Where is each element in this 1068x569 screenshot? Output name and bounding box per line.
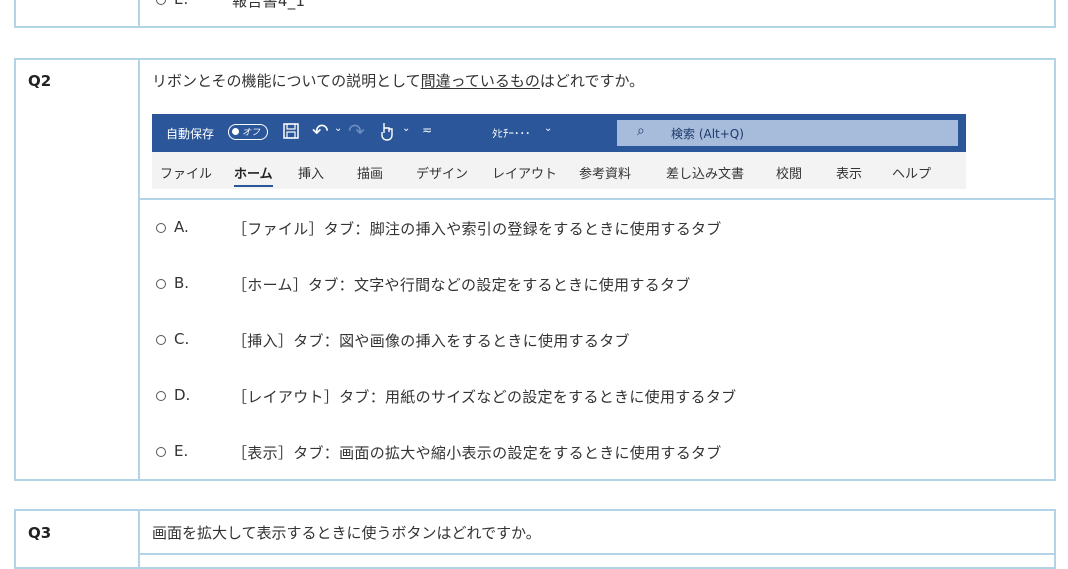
column-divider <box>138 60 140 479</box>
search-box: ⌕ 検索 (Alt+Q) <box>617 120 958 146</box>
option-letter: D. <box>174 386 191 404</box>
column-divider <box>138 511 140 567</box>
save-icon <box>282 122 300 144</box>
question-text-emphasis: 間違っているもの <box>420 72 540 90</box>
chevron-down-icon: ⌄ <box>334 123 343 134</box>
tab-design: デザイン <box>416 167 469 182</box>
tab-file: ファイル <box>160 167 213 182</box>
tab-insert: 挿入 <box>298 167 325 182</box>
question-q1: E. 報告書4_1 <box>14 0 1056 28</box>
search-placeholder: 検索 (Alt+Q) <box>671 127 744 141</box>
ribbon-tab-bar: ファイル ホーム 挿入 描画 デザイン レイアウト 参考資料 差し込み文書 校閲… <box>152 152 966 189</box>
touch-mode-icon <box>378 120 396 146</box>
toggle-label: オフ <box>242 128 261 138</box>
question-q3: Q3 画面を拡大して表示するときに使うボタンはどれですか。 <box>14 509 1056 569</box>
autosave-toggle: オフ <box>228 124 268 140</box>
question-text: リボンとその機能についての説明として間違っているものはどれですか。 <box>152 70 644 91</box>
question-text-pre: リボンとその機能についての説明として <box>152 72 421 90</box>
option-letter: B. <box>174 274 190 292</box>
section-divider <box>138 198 1054 200</box>
radio-button[interactable] <box>156 279 166 289</box>
option-text: ［ホーム］タブ：文字や行間などの設定をするときに使用するタブ <box>232 276 691 294</box>
search-icon: ⌕ <box>637 123 645 139</box>
option-letter: C. <box>174 330 190 348</box>
option-letter: E. <box>174 442 189 460</box>
question-label: Q2 <box>28 72 52 90</box>
redo-icon: ↷ <box>348 119 365 143</box>
option-letter: E. <box>174 0 188 8</box>
radio-button[interactable] <box>156 0 166 5</box>
tab-view: 表示 <box>836 167 863 182</box>
option-text: ［レイアウト］タブ：用紙のサイズなどの設定をするときに使用するタブ <box>232 388 737 406</box>
tab-draw: 描画 <box>357 167 384 182</box>
tab-references: 参考資料 <box>579 167 632 182</box>
customize-icon: ≂ <box>422 123 433 137</box>
tab-review: 校閲 <box>776 167 803 182</box>
radio-button[interactable] <box>156 391 166 401</box>
option-text: ［挿入］タブ：図や画像の挿入をするときに使用するタブ <box>232 332 630 350</box>
option-text: ［ファイル］タブ：脚注の挿入や索引の登録をするときに使用するタブ <box>232 220 722 238</box>
option-text: ［表示］タブ：画面の拡大や縮小表示の設定をするときに使用するタブ <box>232 444 722 462</box>
chevron-down-icon: ⌄ <box>544 123 553 134</box>
question-text: 画面を拡大して表示するときに使うボタンはどれですか。 <box>152 524 541 542</box>
option-text: 報告書4_1 <box>232 0 306 10</box>
toggle-knob <box>232 128 239 135</box>
column-divider <box>138 0 140 26</box>
document-name: ﾀﾋﾁｰ･･･ <box>492 127 531 140</box>
tab-home: ホーム <box>234 163 273 187</box>
radio-button[interactable] <box>156 223 166 233</box>
section-divider <box>138 553 1054 555</box>
tab-mailings: 差し込み文書 <box>666 167 745 182</box>
option-letter: A. <box>174 218 189 236</box>
question-text-post: はどれですか。 <box>539 72 645 90</box>
question-label: Q3 <box>28 524 52 542</box>
radio-button[interactable] <box>156 335 166 345</box>
chevron-down-icon: ⌄ <box>402 123 411 134</box>
undo-icon: ↶ <box>312 119 329 143</box>
tab-layout: レイアウト <box>492 167 558 182</box>
tab-help: ヘルプ <box>892 167 932 182</box>
question-q2: Q2 リボンとその機能についての説明として間違っているものはどれですか。 自動保… <box>14 58 1056 481</box>
ribbon-title-bar: 自動保存 オフ ↶ ⌄ ↷ ⌄ ≂ ﾀﾋﾁｰ･･･ ⌄ ⌕ 検索 (Alt+Q) <box>152 114 966 152</box>
autosave-label: 自動保存 <box>166 127 215 141</box>
radio-button[interactable] <box>156 447 166 457</box>
ribbon-image: 自動保存 オフ ↶ ⌄ ↷ ⌄ ≂ ﾀﾋﾁｰ･･･ ⌄ ⌕ 検索 (Alt+Q) <box>152 114 966 189</box>
